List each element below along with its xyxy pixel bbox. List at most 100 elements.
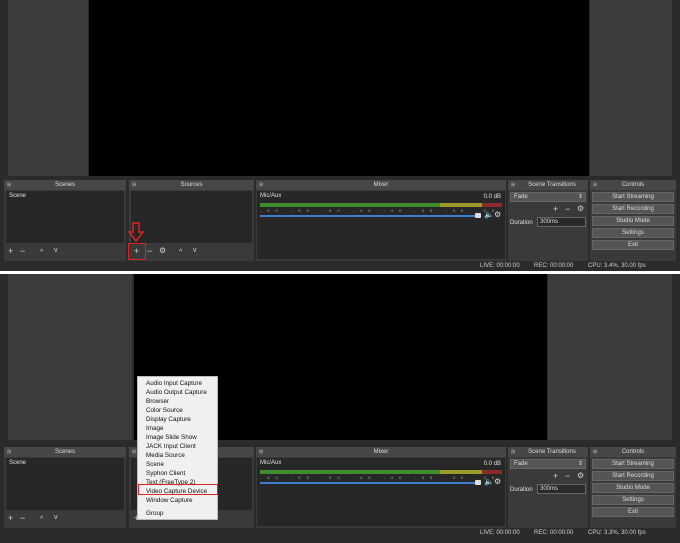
volume-meter	[260, 470, 502, 474]
scenes-dock: ⊞ Scenes Scene + − ^ v	[4, 447, 126, 528]
controls-title-text: Controls	[621, 182, 645, 188]
start-streaming-button[interactable]: Start Streaming	[592, 459, 674, 469]
mixer-title-text: Mixer	[373, 182, 389, 188]
preview-left-side	[8, 274, 132, 440]
settings-button[interactable]: Settings	[592, 495, 674, 505]
mixer-dock: ⊞ Mixer Mic/Aux 0.0 dB -60 -55 -50 -45 -4…	[256, 180, 625, 261]
dock-pin-icon[interactable]: ⊞	[259, 447, 263, 457]
menu-item-group[interactable]: Group	[146, 510, 164, 517]
speaker-icon[interactable]: 🔈	[484, 211, 494, 219]
scenes-list[interactable]: Scene	[6, 458, 124, 510]
sources-list[interactable]	[131, 191, 252, 243]
scenes-dock-title: ⊞ Scenes	[4, 180, 126, 190]
scenes-list[interactable]: Scene	[6, 191, 124, 243]
volume-slider[interactable]	[260, 482, 478, 484]
dock-pin-icon[interactable]: ⊞	[132, 447, 136, 457]
mixer-settings-icon[interactable]: ⚙	[494, 211, 501, 219]
menu-item-image[interactable]: Image	[146, 425, 164, 432]
move-up-icon[interactable]: ^	[179, 248, 182, 258]
transitions-title-text: Scene Transitions	[528, 449, 576, 455]
add-source-highlight	[128, 243, 146, 260]
status-rec: REC: 00:00:00	[534, 530, 574, 536]
menu-item-window-capture[interactable]: Window Capture	[146, 497, 193, 504]
volume-slider-knob[interactable]	[475, 213, 481, 218]
remove-scene-icon[interactable]: −	[20, 513, 25, 523]
controls-dock: ⊞ Controls Start Streaming Start Recordin…	[590, 447, 676, 528]
mixer-dock: ⊞ Mixer Mic/Aux 0.0 dB -60 -55 -50 -45 -4…	[256, 447, 625, 528]
scenes-title-text: Scenes	[54, 182, 75, 188]
transition-settings-icon[interactable]: ⚙	[577, 204, 584, 214]
scenes-dock-title: ⊞ Scenes	[4, 447, 126, 457]
add-source-menu: Audio Input Capture Audio Output Capture…	[137, 376, 218, 520]
menu-item-audio-output-capture[interactable]: Audio Output Capture	[146, 389, 207, 396]
remove-source-icon[interactable]: −	[147, 246, 152, 256]
menu-item-scene[interactable]: Scene	[146, 461, 164, 468]
transitions-title-text: Scene Transitions	[528, 182, 576, 188]
sources-dock-title: ⊞ Sources	[129, 180, 254, 190]
mixer-channel-name: Mic/Aux	[260, 460, 282, 466]
move-down-icon[interactable]: v	[193, 246, 197, 256]
dock-pin-icon[interactable]: ⊞	[511, 180, 515, 190]
add-transition-icon[interactable]: +	[553, 471, 558, 481]
dock-pin-icon[interactable]: ⊞	[511, 447, 515, 457]
add-scene-icon[interactable]: +	[8, 513, 13, 523]
menu-item-image-slide-show[interactable]: Image Slide Show	[146, 434, 197, 441]
move-up-icon[interactable]: ^	[40, 248, 43, 258]
remove-transition-icon[interactable]: −	[565, 471, 570, 481]
start-recording-button[interactable]: Start Recording	[592, 471, 674, 481]
mixer-body: Mic/Aux 0.0 dB -60 -55 -50 -45 -40 -35 -…	[257, 458, 625, 526]
transition-select[interactable]: Fade ⇕	[510, 459, 586, 469]
dock-pin-icon[interactable]: ⊞	[7, 180, 11, 190]
menu-item-audio-input-capture[interactable]: Audio Input Capture	[146, 380, 202, 387]
remove-scene-icon[interactable]: −	[20, 246, 25, 256]
mixer-settings-icon[interactable]: ⚙	[494, 478, 501, 486]
transition-select[interactable]: Fade ⇕	[510, 192, 586, 202]
menu-item-display-capture[interactable]: Display Capture	[146, 416, 191, 423]
menu-item-browser[interactable]: Browser	[146, 398, 169, 405]
volume-slider-knob[interactable]	[475, 480, 481, 485]
transition-settings-icon[interactable]: ⚙	[577, 471, 584, 481]
exit-button[interactable]: Exit	[592, 507, 674, 517]
settings-button[interactable]: Settings	[592, 228, 674, 238]
source-settings-icon[interactable]: ⚙	[159, 246, 166, 256]
volume-meter	[260, 203, 502, 207]
scenes-dock: ⊞ Scenes Scene + − ^ v	[4, 180, 126, 261]
duration-label: Duration	[510, 220, 533, 226]
volume-slider[interactable]	[260, 215, 478, 217]
preview-right-side	[590, 0, 672, 176]
down-arrow-icon	[128, 222, 144, 242]
transitions-dock: ⊞ Scene Transitions Fade ⇕ + − ⚙ Duration…	[508, 447, 588, 528]
sources-title-text: Sources	[180, 182, 203, 188]
dock-pin-icon[interactable]: ⊞	[593, 180, 597, 190]
start-streaming-button[interactable]: Start Streaming	[592, 192, 674, 202]
dock-pin-icon[interactable]: ⊞	[132, 180, 136, 190]
status-live: LIVE: 00:00:00	[480, 263, 520, 269]
chevron-updown-icon: ⇕	[577, 194, 583, 200]
studio-mode-button[interactable]: Studio Mode	[592, 216, 674, 226]
dock-pin-icon[interactable]: ⊞	[259, 180, 263, 190]
dock-pin-icon[interactable]: ⊞	[7, 447, 11, 457]
menu-item-color-source[interactable]: Color Source	[146, 407, 183, 414]
transition-selected-value: Fade	[514, 194, 528, 200]
move-down-icon[interactable]: v	[54, 513, 58, 523]
scene-item[interactable]: Scene	[9, 460, 26, 466]
menu-item-media-source[interactable]: Media Source	[146, 452, 185, 459]
duration-input[interactable]: 300ms	[537, 484, 586, 494]
menu-item-syphon-client[interactable]: Syphon Client	[146, 470, 185, 477]
remove-transition-icon[interactable]: −	[565, 204, 570, 214]
dock-pin-icon[interactable]: ⊞	[593, 447, 597, 457]
move-up-icon[interactable]: ^	[40, 515, 43, 525]
menu-item-jack-input-client[interactable]: JACK Input Client	[146, 443, 196, 450]
controls-dock-title: ⊞ Controls	[590, 180, 676, 190]
duration-input[interactable]: 300ms	[537, 217, 586, 227]
exit-button[interactable]: Exit	[592, 240, 674, 250]
speaker-icon[interactable]: 🔈	[484, 478, 494, 486]
start-recording-button[interactable]: Start Recording	[592, 204, 674, 214]
add-transition-icon[interactable]: +	[553, 204, 558, 214]
preview-canvas[interactable]	[89, 0, 589, 176]
add-scene-icon[interactable]: +	[8, 246, 13, 256]
scene-item[interactable]: Scene	[9, 193, 26, 199]
transitions-dock: ⊞ Scene Transitions Fade ⇕ + − ⚙ Duration…	[508, 180, 588, 261]
move-down-icon[interactable]: v	[54, 246, 58, 256]
studio-mode-button[interactable]: Studio Mode	[592, 483, 674, 493]
